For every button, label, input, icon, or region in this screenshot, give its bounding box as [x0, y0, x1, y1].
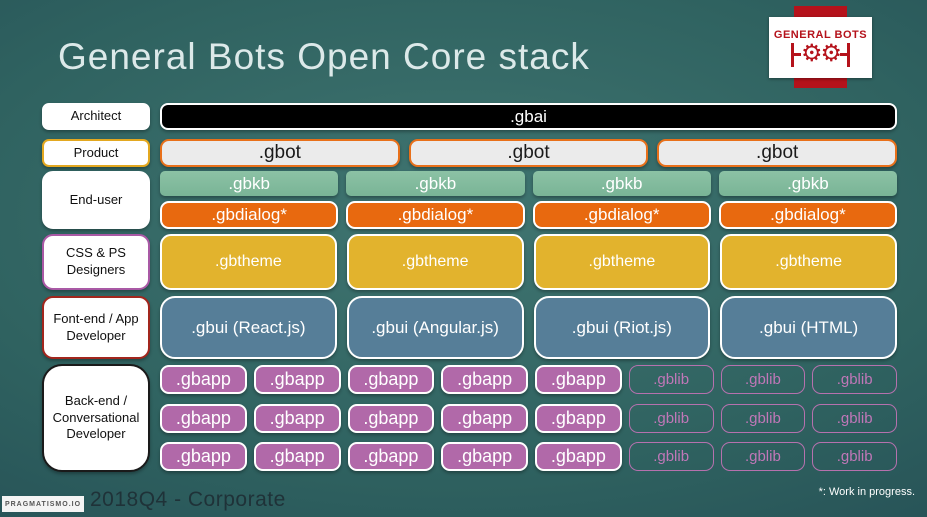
label-css-ps-designers: CSS & PS Designers — [42, 234, 150, 290]
box-gbapp: .gbapp — [160, 404, 247, 433]
box-gbtheme: .gbtheme — [533, 234, 711, 290]
gears-icon: ⚙⚙ — [790, 41, 851, 67]
row-gbot: .gbot .gbot .gbot — [160, 139, 898, 167]
box-gblib: .gblib — [720, 442, 806, 471]
box-gblib: .gblib — [720, 404, 806, 433]
box-gbapp: .gbapp — [347, 404, 435, 433]
box-gbapp: .gbapp — [441, 365, 528, 394]
row-gbdialog: .gbdialog* .gbdialog* .gbdialog* .gbdial… — [160, 201, 897, 229]
box-gbdialog: .gbdialog* — [160, 201, 339, 229]
box-gbapp: .gbapp — [160, 442, 247, 471]
slide: { "slide": { "title": "General Bots Open… — [0, 0, 927, 517]
row-gbapp-2: .gbapp .gbapp .gbapp .gbapp .gbapp .gbli… — [160, 404, 897, 433]
box-gbot: .gbot — [657, 139, 898, 167]
box-gbui-html: .gbui (HTML) — [720, 296, 897, 359]
box-gblib: .gblib — [628, 442, 714, 471]
box-gbapp: .gbapp — [253, 404, 341, 433]
logo-text: GENERAL BOTS — [773, 28, 868, 41]
box-gblib: .gblib — [628, 365, 714, 394]
box-gbai: .gbai — [160, 103, 897, 130]
box-gbtheme: .gbtheme — [160, 234, 337, 290]
row-gbapp-3: .gbapp .gbapp .gbapp .gbapp .gbapp .gbli… — [160, 442, 897, 471]
work-in-progress-footnote: *: Work in progress. — [818, 486, 915, 498]
box-gbapp: .gbapp — [347, 365, 435, 394]
box-gbui-angular: .gbui (Angular.js) — [346, 296, 524, 359]
box-gblib: .gblib — [812, 404, 897, 433]
label-end-user: End-user — [42, 171, 150, 229]
box-gbtheme: .gbtheme — [720, 234, 897, 290]
box-gbkb: .gbkb — [160, 171, 339, 196]
pragmatismo-brand-badge: PRAGMATISMO.IO — [2, 496, 84, 512]
box-gblib: .gblib — [812, 442, 897, 471]
box-gbui-riot: .gbui (Riot.js) — [533, 296, 711, 359]
box-gbkb: .gbkb — [346, 171, 525, 196]
row-gbapp-1: .gbapp .gbapp .gbapp .gbapp .gbapp .gbli… — [160, 365, 897, 394]
box-gbapp: .gbapp — [253, 442, 341, 471]
page-title: General Bots Open Core stack — [58, 36, 590, 77]
row-gbkb: .gbkb .gbkb .gbkb .gbkb — [160, 171, 897, 196]
box-gblib: .gblib — [628, 404, 714, 433]
general-bots-logo: GENERAL BOTS ⚙⚙ — [769, 17, 872, 78]
box-gbapp: .gbapp — [535, 365, 622, 394]
row-gbtheme: .gbtheme .gbtheme .gbtheme .gbtheme — [160, 234, 897, 290]
box-gbapp: .gbapp — [441, 442, 528, 471]
box-gbapp: .gbapp — [441, 404, 528, 433]
box-gbapp: .gbapp — [347, 442, 435, 471]
label-frontend-app-developer: Font-end / App Developer — [42, 296, 150, 359]
footer-quarter-label: 2018Q4 - Corporate — [90, 488, 286, 511]
label-architect: Architect — [42, 103, 150, 130]
box-gbot: .gbot — [160, 139, 400, 167]
box-gbui-react: .gbui (React.js) — [160, 296, 337, 359]
box-gbdialog: .gbdialog* — [532, 201, 711, 229]
label-backend-conversational-developer: Back-end / Conversational Developer — [42, 364, 150, 472]
box-gbtheme: .gbtheme — [346, 234, 524, 290]
box-gbot: .gbot — [408, 139, 649, 167]
row-gbai: .gbai — [160, 103, 897, 130]
box-gbkb: .gbkb — [532, 171, 711, 196]
row-gbui: .gbui (React.js) .gbui (Angular.js) .gbu… — [160, 296, 897, 359]
box-gbdialog: .gbdialog* — [718, 201, 897, 229]
box-gbdialog: .gbdialog* — [346, 201, 525, 229]
box-gblib: .gblib — [720, 365, 806, 394]
box-gbapp: .gbapp — [535, 404, 622, 433]
box-gblib: .gblib — [812, 365, 897, 394]
box-gbkb: .gbkb — [718, 171, 897, 196]
box-gbapp: .gbapp — [160, 365, 247, 394]
box-gbapp: .gbapp — [253, 365, 341, 394]
label-product: Product — [42, 139, 150, 167]
box-gbapp: .gbapp — [535, 442, 622, 471]
